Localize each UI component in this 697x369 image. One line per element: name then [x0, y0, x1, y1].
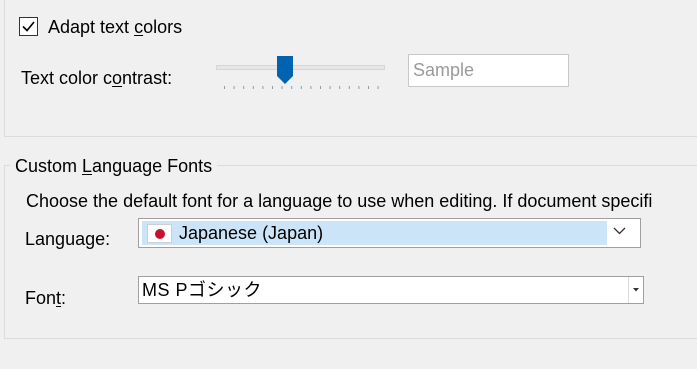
label-part: olors — [143, 17, 183, 37]
checkmark-icon — [22, 21, 35, 32]
adapt-text-colors-checkbox[interactable] — [19, 17, 38, 36]
chevron-down-icon[interactable] — [613, 227, 626, 235]
text-color-contrast-label: Text color contrast: — [21, 67, 172, 89]
adapt-text-colors-label[interactable]: Adapt text colors — [48, 16, 182, 38]
label-part: Custom — [15, 156, 83, 176]
language-selected-item[interactable]: Japanese (Japan) — [142, 221, 607, 245]
language-dropdown[interactable]: Japanese (Japan) — [138, 218, 641, 248]
slider-ticks — [224, 86, 379, 89]
label-part: anguage Fonts — [92, 156, 213, 176]
dropdown-arrow-icon — [633, 288, 639, 292]
font-dropdown[interactable]: MS Pゴシック — [138, 276, 644, 304]
label-part: Adapt text — [48, 17, 135, 37]
access-key: c — [134, 17, 144, 37]
slider-track[interactable] — [216, 65, 385, 70]
font-label: Font: — [25, 287, 66, 309]
contrast-sample-preview: Sample — [408, 54, 569, 87]
japan-flag-icon — [147, 224, 172, 243]
label-part: Lan — [25, 229, 56, 249]
label-part: Text color c — [21, 68, 113, 88]
flag-circle — [155, 229, 165, 239]
access-key: o — [112, 68, 123, 88]
access-key: L — [82, 156, 93, 176]
custom-fonts-description: Choose the default font for a language t… — [26, 191, 653, 211]
label-part: Fon — [25, 288, 57, 308]
access-key: g — [55, 229, 66, 249]
font-dropdown-button[interactable] — [628, 277, 643, 303]
label-part: ntrast: — [122, 68, 173, 88]
language-value: Japanese (Japan) — [179, 223, 324, 243]
language-label: Language: — [25, 228, 110, 250]
custom-language-fonts-title: Custom Language Fonts — [10, 155, 218, 177]
font-value[interactable]: MS Pゴシック — [142, 279, 262, 301]
text-color-contrast-slider[interactable] — [216, 50, 386, 94]
label-part: uage: — [65, 229, 111, 249]
slider-thumb[interactable] — [277, 56, 293, 84]
label-part: : — [61, 288, 67, 308]
